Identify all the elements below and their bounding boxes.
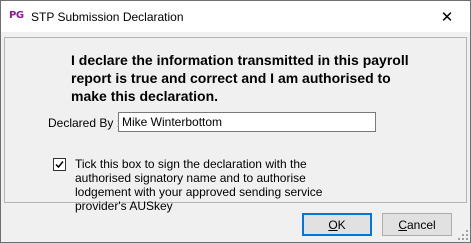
- ok-button[interactable]: OK: [302, 213, 372, 236]
- resize-grip-icon[interactable]: [458, 230, 468, 240]
- declared-by-label: Declared By :: [48, 116, 121, 130]
- checkmark-icon: [55, 161, 64, 169]
- app-icon: PG: [9, 10, 24, 21]
- cancel-button[interactable]: Cancel: [382, 213, 452, 236]
- declaration-panel: I declare the information transmitted in…: [4, 37, 467, 213]
- consent-checkbox[interactable]: [53, 158, 66, 171]
- ok-label-rest: K: [337, 217, 346, 232]
- dialog-window: PG STP Submission Declaration ✕ I declar…: [0, 0, 471, 243]
- close-icon: ✕: [440, 7, 454, 26]
- declared-by-input[interactable]: [118, 112, 376, 132]
- dialog-body: I declare the information transmitted in…: [1, 32, 470, 242]
- cancel-label-rest: ancel: [406, 217, 436, 232]
- cancel-accelerator: C: [398, 217, 407, 232]
- window-title: STP Submission Declaration: [31, 10, 184, 24]
- declaration-statement: I declare the information transmitted in…: [71, 52, 409, 104]
- title-bar[interactable]: PG STP Submission Declaration ✕: [1, 1, 470, 32]
- consent-label[interactable]: Tick this box to sign the declaration wi…: [75, 157, 365, 213]
- close-button[interactable]: ✕: [424, 1, 470, 32]
- ok-accelerator: O: [328, 217, 338, 232]
